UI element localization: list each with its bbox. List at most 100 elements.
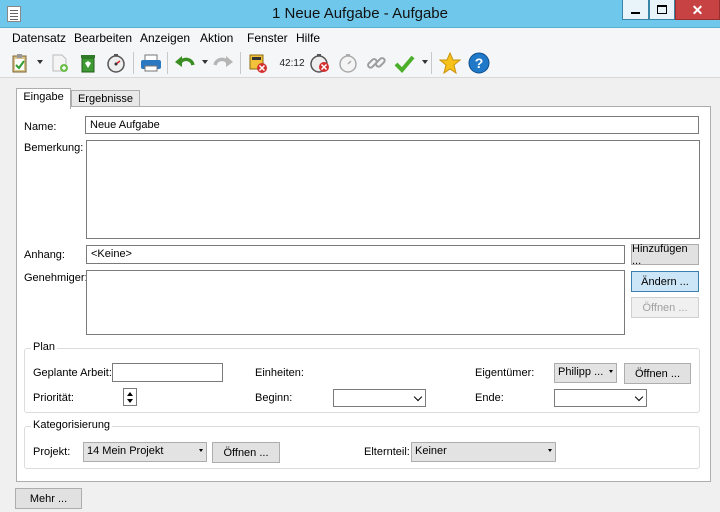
menu-fenster[interactable]: Fenster [247, 31, 288, 45]
minimize-icon [631, 11, 640, 14]
new-document-button[interactable] [48, 51, 72, 75]
undo-icon [175, 56, 195, 67]
planned-work-input[interactable] [112, 363, 223, 382]
toolbar-separator [133, 52, 134, 74]
checkmark-icon [394, 55, 415, 73]
stopwatch-stop-icon [310, 54, 329, 73]
title-bar: 1 Neue Aufgabe - Aufgabe ✕ [0, 0, 720, 28]
clipboard-icon [12, 54, 27, 73]
print-button[interactable] [138, 51, 164, 75]
menu-aktion[interactable]: Aktion [200, 31, 233, 45]
plan-group: Plan Geplante Arbeit: Einheiten: Eigentü… [24, 341, 700, 413]
undo-button[interactable] [172, 51, 198, 75]
tab-eingabe[interactable]: Eingabe [16, 88, 71, 109]
end-date-select[interactable] [554, 389, 647, 407]
toolbar: 42:12 ? [0, 47, 720, 78]
owner-select[interactable]: Philipp ... [554, 363, 617, 383]
new-record-button[interactable] [8, 51, 32, 75]
dropdown-arrow-icon [548, 449, 552, 452]
chain-link-icon [367, 57, 386, 69]
help-button[interactable]: ? [466, 51, 492, 75]
recycle-bin-icon [81, 55, 95, 73]
project-select[interactable]: 14 Mein Projekt [83, 442, 207, 462]
svg-text:?: ? [475, 55, 484, 71]
toolbar-separator [240, 52, 241, 74]
project-label: Projekt: [33, 446, 71, 458]
spinner-up-icon[interactable] [125, 390, 135, 397]
owner-open-button[interactable]: Öffnen ... [624, 363, 691, 384]
timer-display: 42:12 [278, 51, 306, 75]
units-label: Einheiten: [255, 367, 304, 379]
new-record-dropdown-arrow[interactable] [37, 60, 43, 64]
stopwatch-disabled-icon [339, 54, 357, 73]
chevron-down-icon [413, 392, 423, 402]
project-select-value: 14 Mein Projekt [87, 445, 164, 457]
cancel-task-button[interactable] [245, 51, 271, 75]
maximize-icon [657, 5, 667, 14]
help-icon: ? [468, 52, 490, 74]
timer-value: 42:12 [279, 57, 305, 69]
spinner-down-icon[interactable] [125, 397, 135, 404]
new-document-icon [52, 54, 68, 72]
more-button[interactable]: Mehr ... [15, 488, 82, 509]
stopwatch-button[interactable] [104, 51, 128, 75]
maximize-button[interactable] [649, 0, 675, 20]
undo-dropdown-arrow[interactable] [202, 60, 208, 64]
eingabe-panel: Name: Neue Aufgabe Bemerkung: Anhang: <K… [16, 106, 711, 482]
stop-timer-button[interactable] [307, 51, 333, 75]
redo-button[interactable] [210, 51, 236, 75]
parent-select-value: Keiner [415, 445, 447, 457]
attachment-label: Anhang: [24, 249, 65, 261]
categorization-group: Kategorisierung Projekt: 14 Mein Projekt… [24, 419, 700, 469]
approver-list[interactable] [86, 270, 625, 335]
change-approver-button[interactable]: Ändern ... [631, 271, 699, 292]
toolbar-separator [431, 52, 432, 74]
categorization-legend: Kategorisierung [31, 419, 113, 431]
owner-label: Eigentümer: [475, 367, 535, 379]
parent-select[interactable]: Keiner [411, 442, 556, 462]
remark-label: Bemerkung: [24, 142, 84, 154]
delete-button[interactable] [76, 51, 100, 75]
planned-work-label: Geplante Arbeit: [33, 367, 112, 379]
plan-legend: Plan [31, 341, 58, 353]
menu-datensatz[interactable]: Datensatz [12, 31, 66, 45]
dropdown-arrow-icon [609, 370, 613, 373]
menu-hilfe[interactable]: Hilfe [296, 31, 320, 45]
add-attachment-button[interactable]: Hinzufügen ... [631, 243, 699, 267]
toolbar-separator [167, 52, 168, 74]
menu-anzeigen[interactable]: Anzeigen [140, 31, 190, 45]
start-date-select[interactable] [333, 389, 426, 407]
menu-bearbeiten[interactable]: Bearbeiten [74, 31, 132, 45]
attachment-field[interactable]: <Keine> [86, 245, 625, 264]
favorite-button[interactable] [437, 51, 463, 75]
name-label: Name: [24, 121, 57, 133]
dropdown-arrow-icon [199, 449, 203, 452]
parent-label: Elternteil: [364, 446, 410, 458]
complete-dropdown-arrow[interactable] [422, 60, 428, 64]
close-button[interactable]: ✕ [675, 0, 720, 20]
priority-label: Priorität: [33, 392, 74, 404]
project-open-button[interactable]: Öffnen ... [212, 442, 280, 463]
link-button[interactable] [363, 51, 389, 75]
name-input[interactable]: Neue Aufgabe [85, 116, 699, 134]
owner-select-value: Philipp ... [558, 366, 604, 378]
chevron-down-icon [634, 392, 644, 402]
start-label: Beginn: [255, 392, 293, 404]
menu-bar: Datensatz Bearbeiten Anzeigen Aktion Fen… [0, 28, 720, 47]
approver-label: Genehmiger: [24, 272, 88, 284]
remark-textarea[interactable] [86, 140, 700, 239]
cancel-task-icon [249, 54, 267, 73]
star-icon [439, 52, 461, 74]
app-icon [7, 6, 21, 22]
close-icon: ✕ [691, 1, 704, 18]
open-approver-button[interactable]: Öffnen ... [631, 297, 699, 318]
redo-icon [213, 56, 233, 67]
printer-icon [141, 54, 161, 72]
timer-disabled-button[interactable] [335, 51, 361, 75]
window-title: 1 Neue Aufgabe - Aufgabe [272, 5, 448, 22]
end-label: Ende: [475, 392, 504, 404]
complete-button[interactable] [391, 51, 417, 75]
stopwatch-icon [107, 54, 125, 73]
priority-spinner[interactable] [123, 388, 137, 406]
minimize-button[interactable] [622, 0, 649, 20]
